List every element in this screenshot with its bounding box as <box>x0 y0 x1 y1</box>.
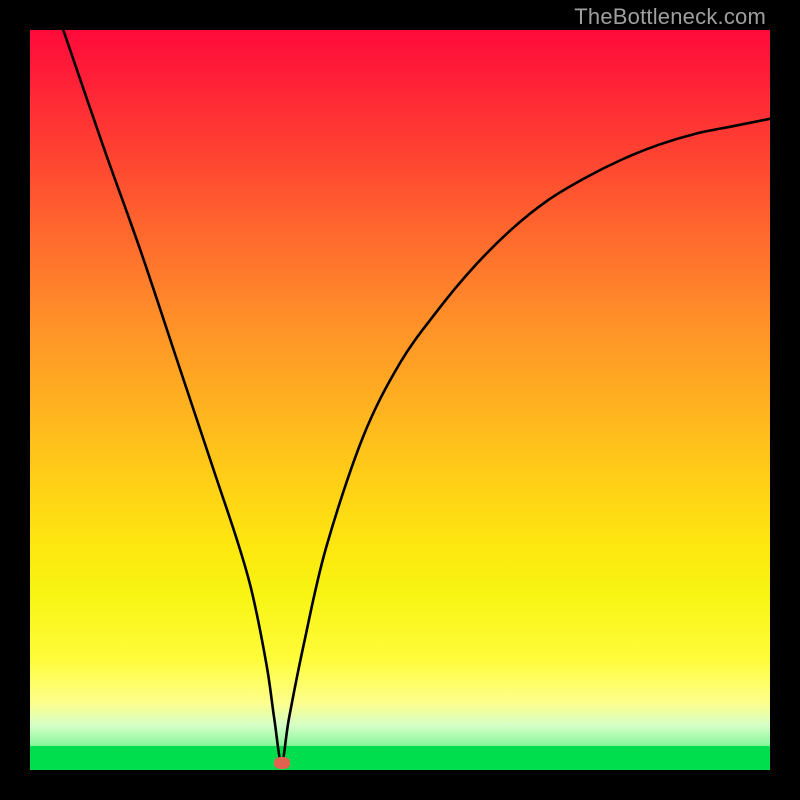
chart-frame: TheBottleneck.com <box>0 0 800 800</box>
bottleneck-curve <box>63 30 770 763</box>
minimum-marker <box>274 757 290 769</box>
plot-area <box>30 30 770 770</box>
watermark-text: TheBottleneck.com <box>574 4 766 30</box>
curve-svg <box>30 30 770 770</box>
